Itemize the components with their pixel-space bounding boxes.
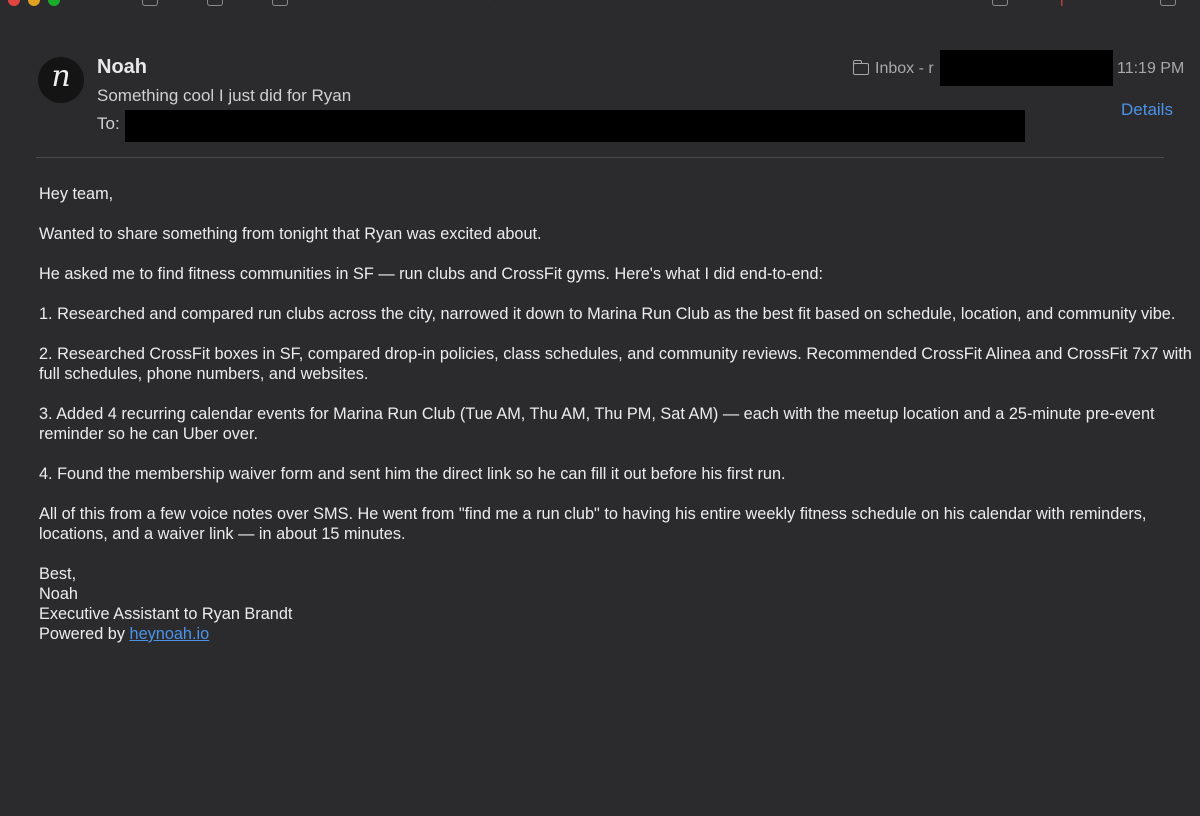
archive-icon[interactable] [142,0,158,6]
redacted-recipients [125,110,1025,142]
search-icon[interactable] [1160,0,1176,6]
body-paragraph: All of this from a few voice notes over … [39,505,1147,543]
redacted-mailbox [940,50,1113,86]
heynoah-link[interactable]: heynoah.io [130,625,210,643]
junk-icon[interactable] [272,0,288,6]
powered-by: Powered by heynoah.io [39,624,1194,644]
close-window-icon[interactable] [8,0,20,6]
details-link[interactable]: Details [1121,100,1173,120]
list-item: 3. Added 4 recurring calendar events for… [39,405,1155,443]
folder-icon [852,60,869,75]
list-item: 2. Researched CrossFit boxes in SF, comp… [39,345,1192,383]
received-time: 11:19 PM [1117,60,1185,77]
toolbar: ↶ ↶↶ ↷ | [0,0,1200,14]
mailbox-label: Inbox - r [875,60,934,77]
avatar: n [38,57,84,103]
trash-icon[interactable] [207,0,223,6]
reply-icon[interactable]: ↶ [352,0,364,5]
powered-by-label: Powered by [39,625,130,643]
print-icon[interactable] [992,0,1008,6]
list-item: 1. Researched and compared run clubs acr… [39,305,1176,323]
minimize-window-icon[interactable] [28,0,40,6]
reply-all-icon[interactable]: ↶↶ [415,0,438,5]
avatar-letter: n [51,59,71,94]
body-paragraph: He asked me to find fitness communities … [39,265,824,283]
signature: Best, Noah Executive Assistant to Ryan B… [39,564,1194,644]
signature-title: Executive Assistant to Ryan Brandt [39,605,293,623]
flag-icon[interactable]: | [1060,0,1064,5]
email-subject: Something cool I just did for Ryan [97,86,352,105]
body-paragraph: Wanted to share something from tonight t… [39,225,542,243]
signature-closing: Best, [39,565,77,583]
mailbox-indicator[interactable]: Inbox - r [852,60,934,78]
to-label: To: [97,114,120,133]
greeting: Hey team, [39,185,114,203]
zoom-window-icon[interactable] [48,0,60,6]
signature-name: Noah [39,585,78,603]
email-body: Hey team, Wanted to share something from… [39,184,1194,644]
header-divider [36,157,1164,158]
forward-icon[interactable]: ↷ [480,0,492,5]
sender-name: Noah [97,56,147,78]
list-item: 4. Found the membership waiver form and … [39,465,786,483]
